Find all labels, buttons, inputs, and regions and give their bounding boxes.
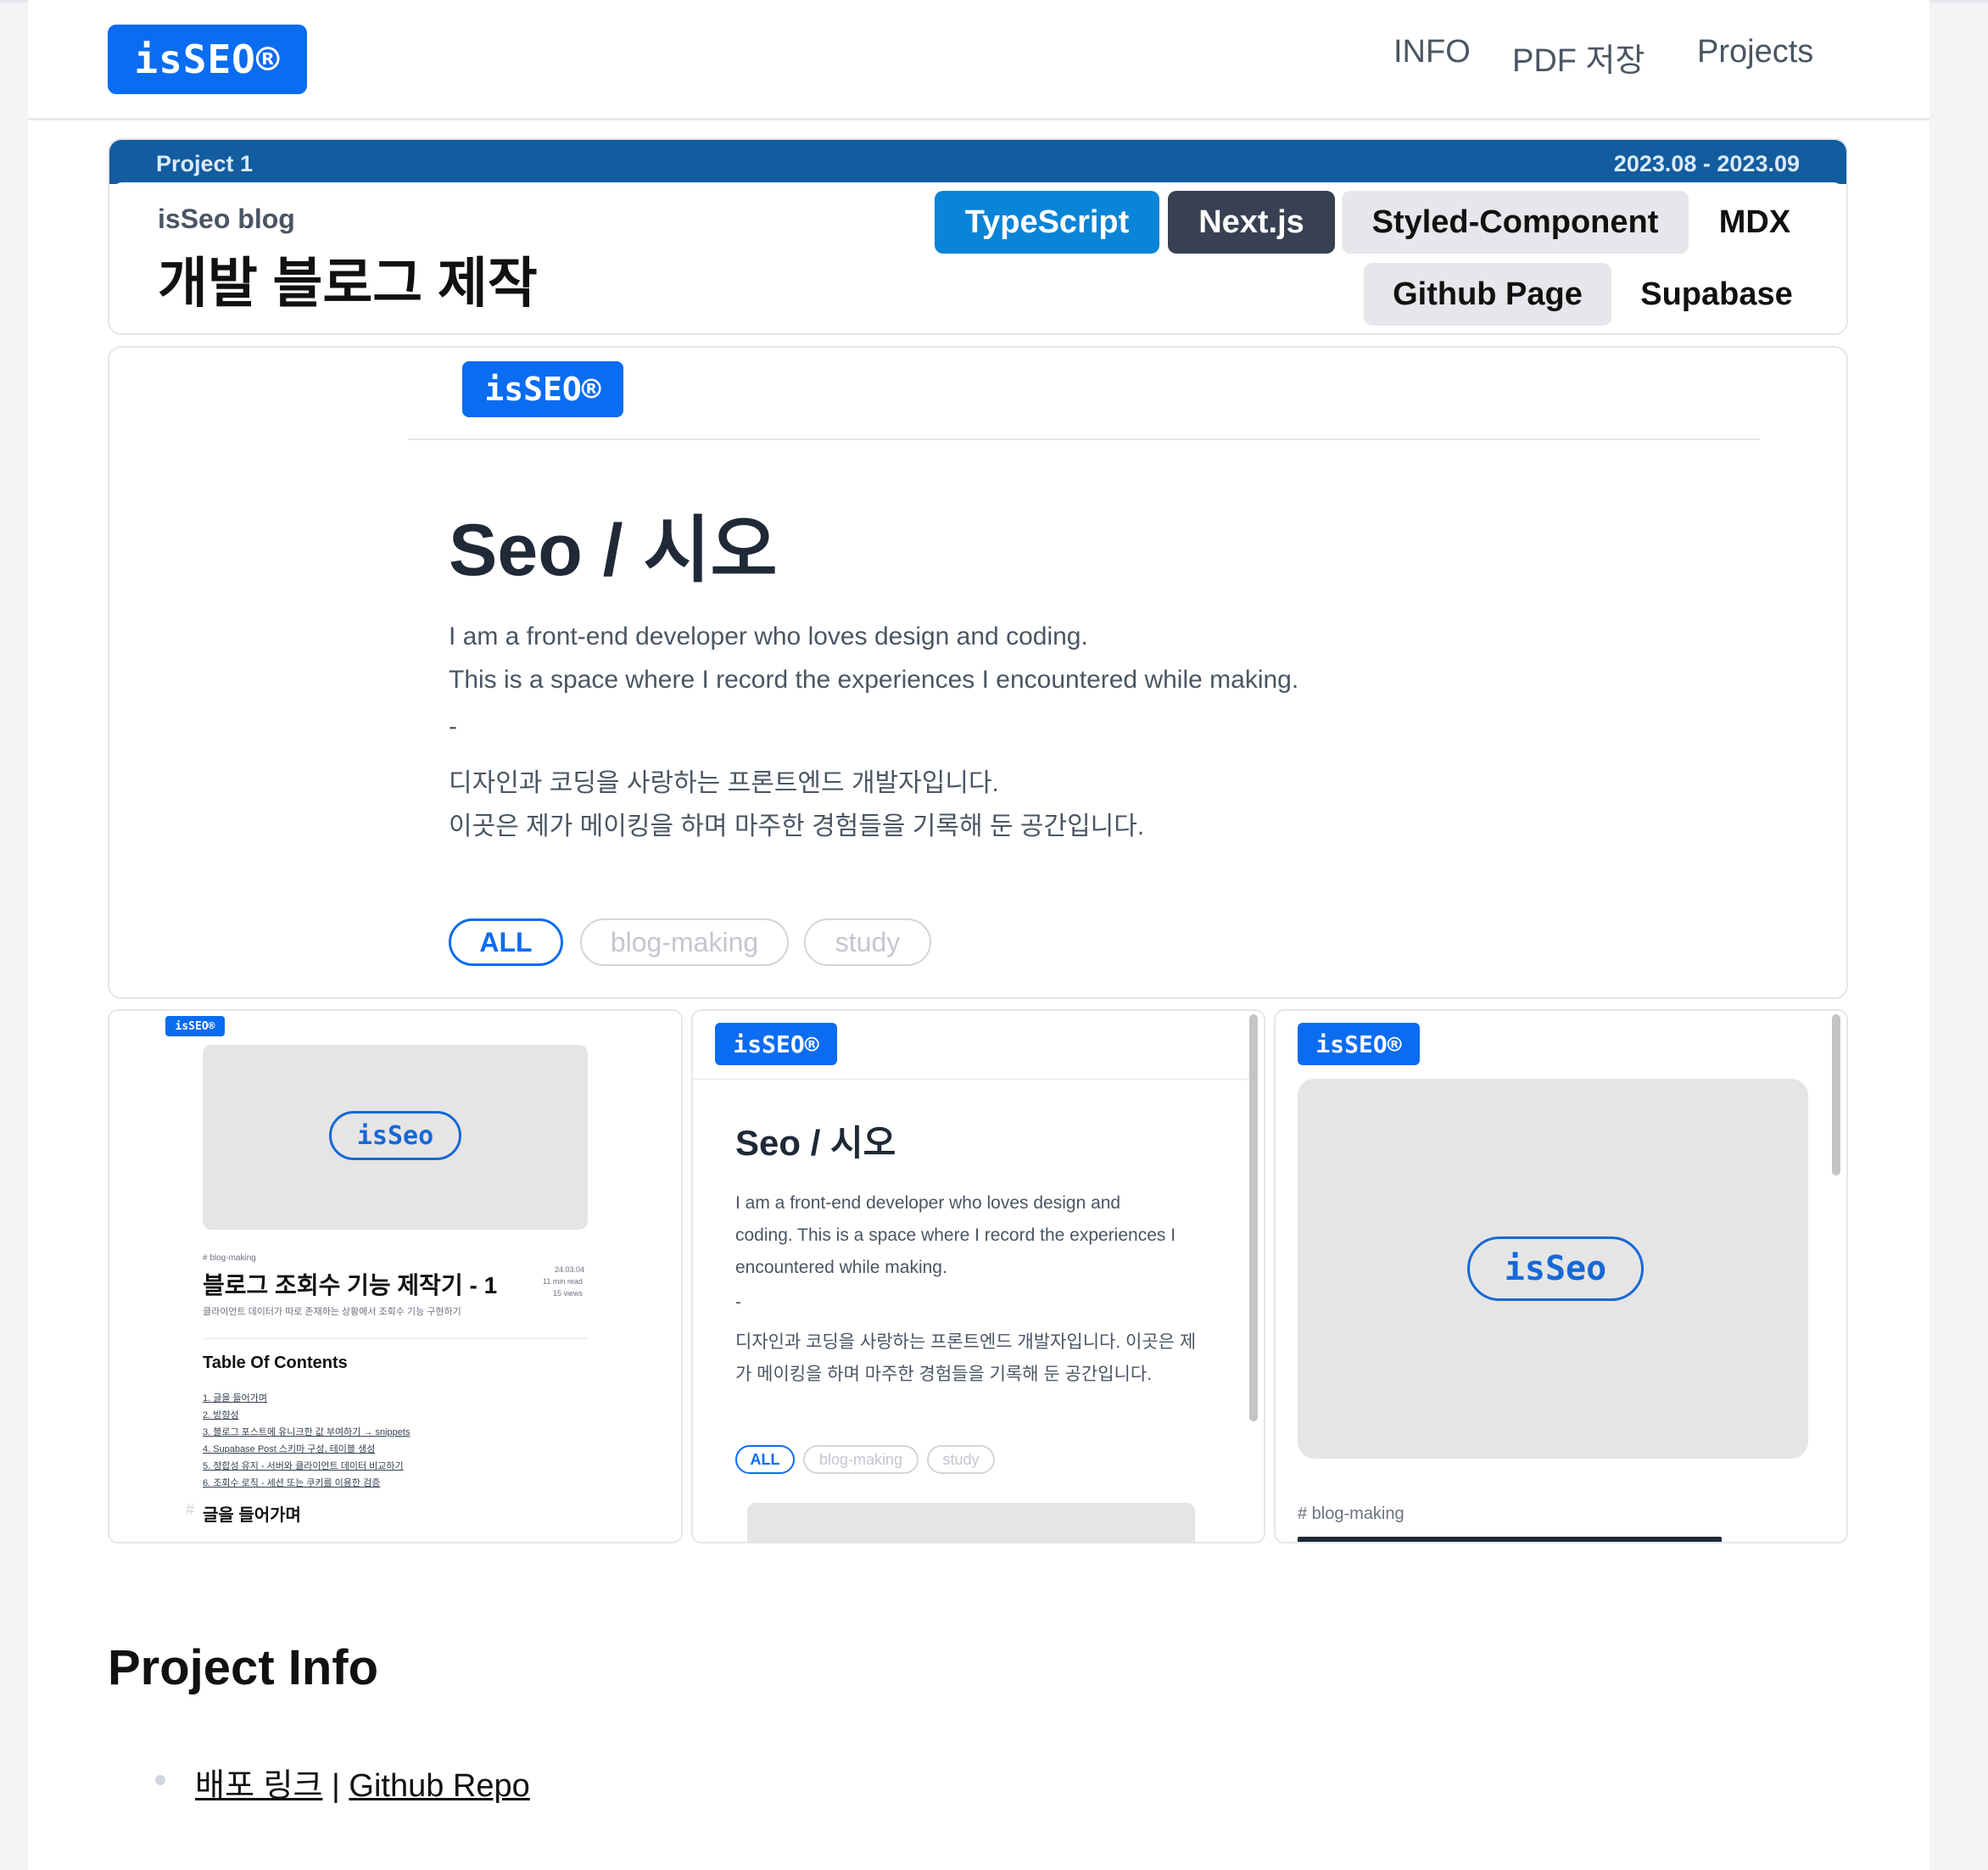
header-divider [28,118,1929,120]
nav-projects[interactable]: Projects [1697,34,1813,70]
list-bullet [155,1775,165,1785]
toc-item: 5. 정합성 유지 - 서버와 클라이언트 데이터 비교하기 [203,1461,404,1471]
site-logo[interactable]: isSEO® [108,25,307,94]
intro-line: 디자인과 코딩을 사랑하는 프론트엔드 개발자입니다. [449,769,999,797]
tag-mdx: MDX [1718,204,1791,240]
thumb-line: encountered while making. [735,1258,947,1277]
project-subtitle: isSeo blog [158,204,295,234]
screenshot-thumbnail-list: isSEO® isSeo # blog-making [1274,1009,1848,1543]
hash-icon: # [186,1501,195,1518]
page: isSEO® INFO PDF 저장 Projects Project 1 20… [28,0,1929,1870]
project-info-title: Project Info [108,1640,379,1695]
thumb-card-preview [747,1503,1195,1542]
toc-item: 6. 조회수 로직 - 세션 또는 쿠키를 이용한 검증 [203,1478,381,1488]
project-card: Project 1 2023.08 - 2023.09 isSeo blog 개… [108,138,1848,335]
thumb-filter-study: study [927,1445,995,1474]
github-repo-link[interactable]: Github Repo [349,1768,529,1804]
filter-study: study [804,918,931,966]
thumb-name: Seo / 시오 [735,1123,896,1163]
thumb-logo: isSEO® [165,1016,225,1036]
post-divider [203,1338,588,1339]
intro-line: 이곳은 제가 메이킹을 하며 마주한 경험들을 기록해 둔 공간입니다. [449,812,1145,840]
thumb-line: - [735,1292,741,1312]
intro-line: - [449,712,457,740]
preview-divider [408,438,1760,440]
toc-item: 3. 블로그 포스트에 유니크한 값 부여하기 → snippets [203,1427,410,1437]
post-category: # blog-making [1298,1504,1404,1523]
deploy-link[interactable]: 배포 링크 [195,1768,322,1804]
preview-logo: isSEO® [462,361,623,417]
toc-item: 2. 방향성 [203,1410,239,1421]
nav-info[interactable]: INFO [1393,34,1471,70]
post-category: # blog-making [203,1253,256,1263]
post-views: 15 views [553,1289,584,1298]
thumb-divider [693,1079,1253,1080]
post-date: 24.03.04 [555,1265,585,1274]
toc-item: 1. 글을 들어가며 [203,1393,268,1404]
post-title: 블로그 조회수 기능 제작기 - 1 [203,1272,498,1298]
cover-logo: isSeo [1467,1236,1644,1301]
intro-line: This is a space where I record the exper… [449,666,1299,694]
filter-all: ALL [449,918,563,966]
thumb-scrollbar [1249,1014,1258,1421]
project-body: isSeo blog 개발 블로그 제작 TypeScript Next.js … [109,182,1846,333]
thumb-line: I am a front-end developer who loves des… [735,1193,1121,1213]
thumb-logo: isSEO® [1298,1023,1420,1065]
cover-logo: isSeo [329,1111,461,1160]
thumb-line: coding. This is a space where I record t… [735,1225,1176,1245]
tag-github-page: Github Page [1364,263,1611,326]
toc-item: 4. Supabase Post 스키마 구성, 테이블 생성 [203,1444,376,1454]
link-separator: | [322,1768,349,1804]
tag-nextjs: Next.js [1168,191,1335,254]
thumb-filter-blog-making: blog-making [803,1445,919,1474]
project-header-bar: Project 1 2023.08 - 2023.09 [109,140,1846,184]
thumb-scrollbar [1832,1014,1840,1175]
tag-typescript: TypeScript [935,191,1159,254]
thumb-logo: isSEO® [715,1023,837,1065]
post-description: 클라이언트 데이터가 따로 존재하는 상황에서 조회수 기능 구현하기 [203,1307,461,1317]
project-number: Project 1 [156,151,254,176]
toc-title: Table Of Contents [203,1354,348,1372]
post-title-cropped [1298,1537,1722,1542]
project-links: 배포 링크 | Github Repo [195,1759,530,1806]
post-read-time: 11 min read [543,1277,583,1286]
intro-line: I am a front-end developer who loves des… [449,622,1088,650]
preview-name: Seo / 시오 [449,510,778,591]
thumb-line: 디자인과 코딩을 사랑하는 프론트엔드 개발자입니다. 이곳은 제 [735,1332,1197,1352]
screenshot-thumbnail-post: isSEO® isSeo # blog-making 블로그 조회수 기능 제작… [108,1009,683,1543]
thumb-filter-all: ALL [735,1445,795,1474]
thumb-line: 가 메이킹을 하며 마주한 경험들을 기록해 둔 공간입니다. [735,1365,1153,1384]
preview-hero: isSEO® Seo / 시오 I am a front-end develop… [108,346,1848,999]
tag-supabase: Supabase [1640,276,1793,312]
tag-styled-component: Styled-Component [1342,191,1689,254]
project-title: 개발 블로그 제작 [158,253,538,314]
screenshot-thumbnail-home: isSEO® Seo / 시오 I am a front-end develop… [691,1009,1265,1543]
project-period: 2023.08 - 2023.09 [1613,151,1800,176]
section-heading: 글을 들어가며 [203,1506,301,1525]
nav-pdf-save[interactable]: PDF 저장 [1512,34,1645,81]
filter-blog-making: blog-making [580,918,789,966]
